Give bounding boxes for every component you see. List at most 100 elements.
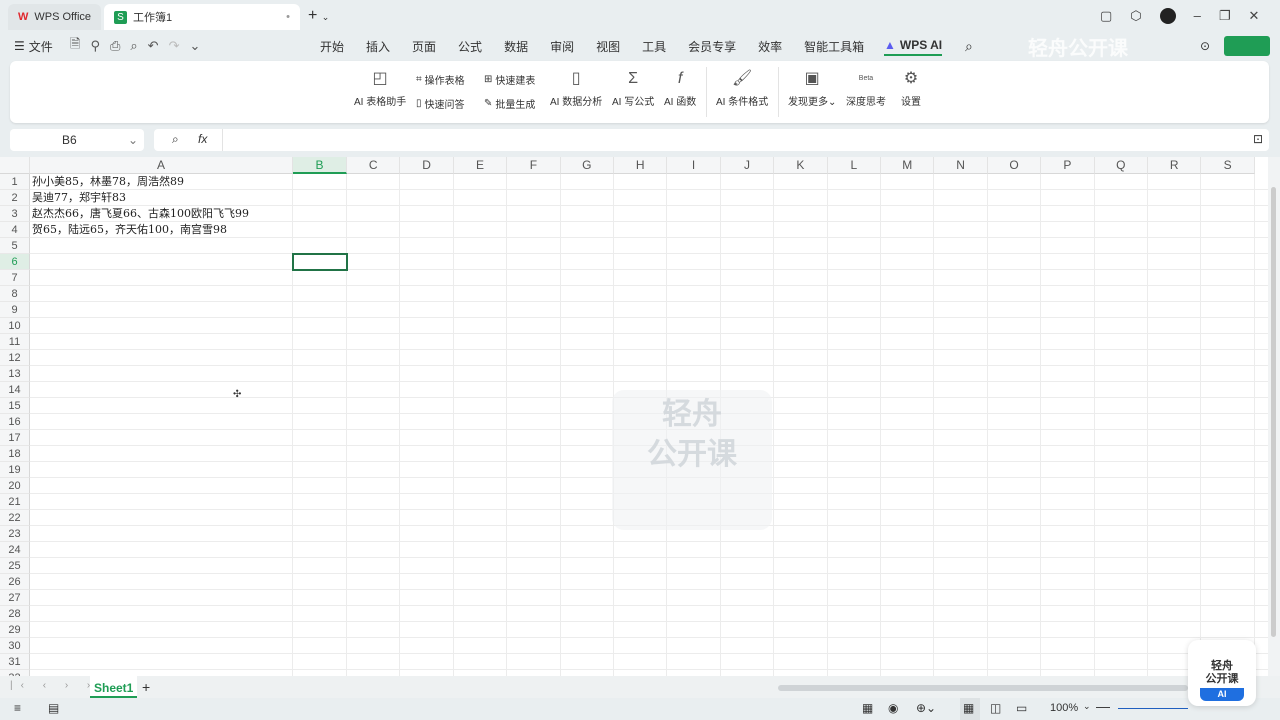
row-header[interactable]: 17 <box>0 430 30 446</box>
menu-tab-2[interactable]: 页面 <box>412 38 436 55</box>
menu-tab-0[interactable]: 开始 <box>320 38 344 55</box>
redo-icon[interactable]: ↷ <box>169 38 180 54</box>
zoom-search-icon[interactable]: ⌕ <box>172 132 179 147</box>
file-menu[interactable]: ☰ 文件 <box>14 36 53 56</box>
tab-wps-office[interactable]: W WPS Office <box>8 4 102 30</box>
column-header[interactable]: A <box>30 157 293 174</box>
row-header[interactable]: 31 <box>0 654 30 670</box>
column-header[interactable]: M <box>881 157 935 174</box>
ai-table-assistant-button[interactable]: ◰ AI 表格助手 <box>354 69 406 108</box>
row-header[interactable]: 14 <box>0 382 30 398</box>
name-box[interactable]: B6 ⌄ <box>10 129 144 151</box>
zoom-dropdown-icon[interactable]: ⌄ <box>1083 701 1091 712</box>
row-header[interactable]: 16 <box>0 414 30 430</box>
column-header[interactable]: Q <box>1094 157 1148 174</box>
save-icon[interactable]: 🗎 <box>70 35 80 57</box>
row-header[interactable]: 30 <box>0 638 30 654</box>
close-button[interactable]: ✕ <box>1249 8 1260 24</box>
menu-tab-9[interactable]: 效率 <box>758 38 782 55</box>
fx-button[interactable]: fx <box>198 132 207 146</box>
minimize-button[interactable]: – <box>1194 8 1201 24</box>
column-header[interactable]: J <box>720 157 775 174</box>
menu-tab-3[interactable]: 公式 <box>458 38 482 55</box>
select-all-corner[interactable] <box>0 157 30 174</box>
row-header[interactable]: 1 <box>0 174 30 190</box>
eye-icon[interactable]: ◉ <box>888 701 898 715</box>
search-icon[interactable]: ⌕ <box>965 36 973 56</box>
restore-button[interactable]: ❐ <box>1219 8 1231 24</box>
menu-tab-5[interactable]: 审阅 <box>550 38 574 55</box>
column-header[interactable]: S <box>1201 157 1255 174</box>
quick-qa-button[interactable]: ▯ 快速问答 <box>416 96 465 111</box>
layout-icon[interactable]: ⊕⌄ <box>916 701 936 715</box>
add-sheet-button[interactable]: + <box>142 679 150 695</box>
column-header[interactable]: I <box>667 157 721 174</box>
row-header[interactable]: 3 <box>0 206 30 222</box>
row-header[interactable]: 5 <box>0 238 30 254</box>
new-tab-button[interactable]: + ⌄ <box>308 7 329 25</box>
cube-icon[interactable]: ⬡ <box>1130 8 1141 24</box>
undo-icon[interactable]: ↶ <box>148 38 159 54</box>
column-header[interactable]: D <box>400 157 454 174</box>
sheet-tab-sheet1[interactable]: Sheet1 <box>90 676 138 698</box>
column-header[interactable]: F <box>507 157 561 174</box>
formula-input[interactable] <box>222 129 1262 151</box>
row-header[interactable]: 20 <box>0 478 30 494</box>
batch-generate-button[interactable]: ✎ 批量生成 <box>484 96 535 111</box>
unsaved-dot-icon[interactable]: • <box>286 11 290 23</box>
row-header[interactable]: 2 <box>0 190 30 206</box>
column-header[interactable]: P <box>1041 157 1095 174</box>
tab-wps-ai[interactable]: ▲ WPS AI <box>884 36 943 56</box>
sync-icon[interactable]: ⊙ <box>1200 36 1210 56</box>
cell-a2[interactable]: 吴迪77，郑宇轩83 <box>32 190 126 206</box>
cell-a3[interactable]: 赵杰杰66，唐飞夏66、古森100欧阳飞飞99 <box>32 206 249 222</box>
column-header[interactable]: C <box>347 157 401 174</box>
row-header[interactable]: 29 <box>0 622 30 638</box>
column-header[interactable]: R <box>1148 157 1202 174</box>
ai-formula-button[interactable]: Σ AI 写公式 <box>612 69 654 108</box>
column-header[interactable]: E <box>453 157 508 174</box>
split-view-button[interactable]: ◫ <box>990 701 1001 715</box>
normal-view-button[interactable]: ▦ <box>960 698 980 720</box>
row-header[interactable]: 22 <box>0 510 30 526</box>
column-header[interactable]: N <box>934 157 988 174</box>
menu-lines-icon[interactable]: ≡ <box>14 701 21 715</box>
menu-tab-7[interactable]: 工具 <box>642 38 666 55</box>
row-header[interactable]: 28 <box>0 606 30 622</box>
more-chevron-icon[interactable]: ⌄ <box>189 38 200 54</box>
tab-workbook[interactable]: S 工作簿1 • <box>104 4 300 30</box>
menu-tab-6[interactable]: 视图 <box>596 38 620 55</box>
cell-a4[interactable]: 贺65，陆远65，齐天佑100，南宫雪98 <box>32 222 227 238</box>
menu-tab-10[interactable]: 智能工具箱 <box>804 38 864 55</box>
menu-tab-4[interactable]: 数据 <box>504 38 528 55</box>
settings-button[interactable]: ⚙ 设置 <box>900 69 922 108</box>
column-header[interactable]: L <box>827 157 881 174</box>
window-icon[interactable]: ▢ <box>1100 8 1112 24</box>
column-header[interactable]: H <box>614 157 668 174</box>
page-view-button[interactable]: ▭ <box>1016 701 1027 715</box>
column-header[interactable]: K <box>774 157 828 174</box>
row-header[interactable]: 18 <box>0 446 30 462</box>
menu-tab-1[interactable]: 插入 <box>366 38 390 55</box>
cell-a1[interactable]: 孙小美85，林墨78，周浩然89 <box>32 174 184 190</box>
row-header[interactable]: 19 <box>0 462 30 478</box>
operate-table-button[interactable]: ⌗ 操作表格 <box>416 72 465 87</box>
row-header[interactable]: 21 <box>0 494 30 510</box>
row-header[interactable]: 12 <box>0 350 30 366</box>
quick-build-button[interactable]: ⊞ 快速建表 <box>484 72 535 87</box>
row-header[interactable]: 15 <box>0 398 30 414</box>
column-header[interactable]: G <box>560 157 614 174</box>
row-header[interactable]: 8 <box>0 286 30 302</box>
row-header[interactable]: 9 <box>0 302 30 318</box>
print-preview-icon[interactable]: ⌕ <box>130 38 137 54</box>
deep-think-button[interactable]: Beta 深度思考 <box>846 69 886 108</box>
horizontal-scrollbar[interactable] <box>778 685 1188 691</box>
row-header[interactable]: 24 <box>0 542 30 558</box>
page-icon[interactable]: ▤ <box>48 701 59 715</box>
menu-tab-8[interactable]: 会员专享 <box>688 38 736 55</box>
row-header[interactable]: 26 <box>0 574 30 590</box>
row-header[interactable]: 27 <box>0 590 30 606</box>
vertical-scrollbar[interactable] <box>1268 157 1280 676</box>
share-icon[interactable]: ⚲ <box>90 38 100 54</box>
row-header[interactable]: 23 <box>0 526 30 542</box>
